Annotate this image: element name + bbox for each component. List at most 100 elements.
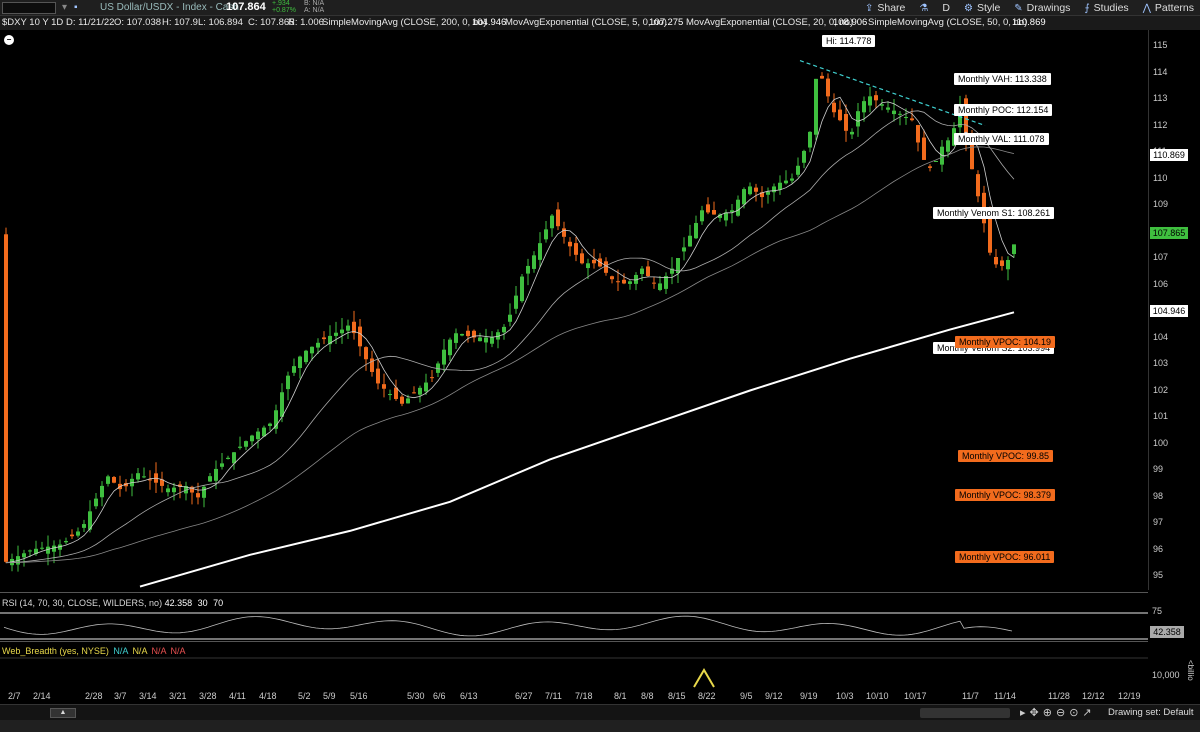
time-tick: 10/17 <box>904 691 927 701</box>
candle-body <box>736 199 740 216</box>
time-tick: 11/28 <box>1048 691 1070 701</box>
time-tick: 2/14 <box>33 691 51 701</box>
candle-body <box>976 174 980 197</box>
zoom-out-icon[interactable]: ⊖ <box>1056 706 1065 719</box>
price-tick: 96 <box>1153 543 1164 554</box>
candle-body <box>886 107 890 110</box>
candle-body <box>94 498 98 507</box>
candle-body <box>478 337 482 342</box>
patterns-button[interactable]: ⋀ Patterns <box>1143 2 1194 14</box>
candle-body <box>70 534 74 537</box>
candle-body <box>40 547 44 549</box>
candle-body <box>574 243 578 255</box>
studies-button[interactable]: ⨍ Studies <box>1084 2 1128 14</box>
time-tick: 11/7 <box>962 691 979 701</box>
drawing-tool-icon[interactable]: ↗ <box>1082 706 1091 719</box>
candle-body <box>346 325 350 331</box>
candle-body <box>730 210 734 212</box>
candle-body <box>556 209 560 227</box>
ema20-label[interactable]: MovAvgExponential (CLOSE, 20, 0, no) <box>686 17 853 28</box>
price-tick: 100 <box>1153 437 1169 448</box>
share-button[interactable]: ⇪ Share <box>865 2 905 14</box>
pencil-icon: ✎ <box>1014 2 1023 14</box>
symbol-input[interactable] <box>2 2 56 14</box>
ema20-line <box>5 110 1015 564</box>
candle-body <box>166 488 170 493</box>
scroll-right-icon[interactable]: ▸ <box>1020 706 1026 719</box>
candle-body <box>844 114 848 131</box>
rsi-axis-75: 75 <box>1152 606 1163 616</box>
candle-body <box>700 210 704 222</box>
link-icon[interactable]: ▪ <box>74 2 78 13</box>
style-button[interactable]: ⚙ Style <box>964 2 1000 14</box>
time-tick: 3/14 <box>139 691 157 701</box>
candle-body <box>712 210 716 215</box>
candle-body <box>592 259 596 264</box>
zoom-in-icon[interactable]: ⊕ <box>1043 706 1052 719</box>
candle-body <box>1000 260 1004 266</box>
candle-body <box>484 337 488 343</box>
candle-body <box>316 342 320 348</box>
candle-body <box>568 241 572 247</box>
aggregation-button[interactable]: D <box>942 2 950 14</box>
pan-icon[interactable]: ✥ <box>1030 706 1039 719</box>
candle-body <box>790 178 794 181</box>
sma200-line <box>139 311 1015 588</box>
change-abs: +.934 <box>272 0 290 7</box>
price-tick: 99 <box>1153 464 1164 474</box>
sma50-label[interactable]: SimpleMovingAvg (CLOSE, 50, 0, no) <box>868 17 1027 28</box>
patterns-icon: ⋀ <box>1142 2 1151 14</box>
vpoc-label-3: Monthly VPOC: 98.379 <box>955 489 1056 501</box>
candle-body <box>172 487 176 493</box>
time-tick: 10/10 <box>866 691 889 701</box>
sma200-label[interactable]: SimpleMovingAvg (CLOSE, 200, 0, no) <box>322 17 487 28</box>
time-axis[interactable]: 2/7 2/14 2/28 3/7 3/14 3/21 3/28 4/11 4/18 5/2 5/9… <box>0 688 1148 704</box>
candle-body <box>580 253 584 264</box>
candle-body <box>388 394 392 396</box>
time-tick: 7/18 <box>575 691 593 701</box>
sma50-price-box: 110.869 <box>1150 149 1188 161</box>
candle-body <box>802 150 806 163</box>
flask-button[interactable]: ⚗ <box>919 3 928 14</box>
candle-body <box>988 217 992 253</box>
web-breadth-panel[interactable]: Web_Breadth (yes, NYSE) N/A N/A N/A N/A <box>0 642 1148 688</box>
time-tick: 8/15 <box>668 691 686 701</box>
zoom-fit-icon[interactable]: ⊙ <box>1069 706 1078 719</box>
last-price-box: 107.865 <box>1150 227 1188 239</box>
scroll-left-button[interactable]: ▲ <box>50 708 76 718</box>
candle-body <box>232 452 236 464</box>
drawing-set-label[interactable]: Drawing set: Default <box>1108 707 1194 718</box>
last-price: 107.864 <box>226 1 266 13</box>
price-tick: 98 <box>1153 490 1164 501</box>
time-tick: 5/30 <box>407 691 425 701</box>
bar-open: O: 107.038 <box>114 17 162 28</box>
horizontal-scrollbar[interactable] <box>920 708 1010 718</box>
candle-body <box>994 257 998 265</box>
ema5-label[interactable]: MovAvgExponential (CLOSE, 5, 0, no) <box>505 17 667 28</box>
candle-body <box>220 463 224 467</box>
candle-body <box>454 333 458 343</box>
ema5-line <box>5 96 1015 563</box>
rsi-panel[interactable]: RSI (14, 70, 30, CLOSE, WILDERS, no) 42.… <box>0 592 1148 642</box>
time-tick: 3/7 <box>114 691 127 701</box>
rsi-line <box>3 615 1013 637</box>
candle-body <box>424 382 428 392</box>
candle-body <box>922 137 926 160</box>
time-tick: 9/5 <box>740 691 753 701</box>
ema5-value: 107.275 <box>649 17 684 28</box>
time-tick: 6/13 <box>460 691 478 701</box>
symbol-menu-icon[interactable]: ▾ <box>62 2 67 13</box>
candle-body <box>772 186 776 193</box>
candle-body <box>892 110 896 115</box>
drawings-button[interactable]: ✎ Drawings <box>1014 2 1070 14</box>
candle-body <box>808 131 812 148</box>
study-info-bar: $DXY 10 Y 1D D: 11/21/22 O: 107.038 H: 1… <box>0 16 1200 30</box>
time-tick: 2/7 <box>8 691 21 701</box>
candle-body <box>286 375 290 390</box>
bottom-bar: ▲ ▸ ✥ ⊕ ⊖ ⊙ ↗ Drawing set: Default <box>0 704 1200 720</box>
candle-body <box>664 276 668 289</box>
price-chart[interactable]: − Hi: 114.778 Monthly VAH: 113.338 Month… <box>0 30 1148 590</box>
time-tick: 2/28 <box>85 691 103 701</box>
candle-body <box>280 392 284 417</box>
time-tick: 4/11 <box>229 691 246 701</box>
